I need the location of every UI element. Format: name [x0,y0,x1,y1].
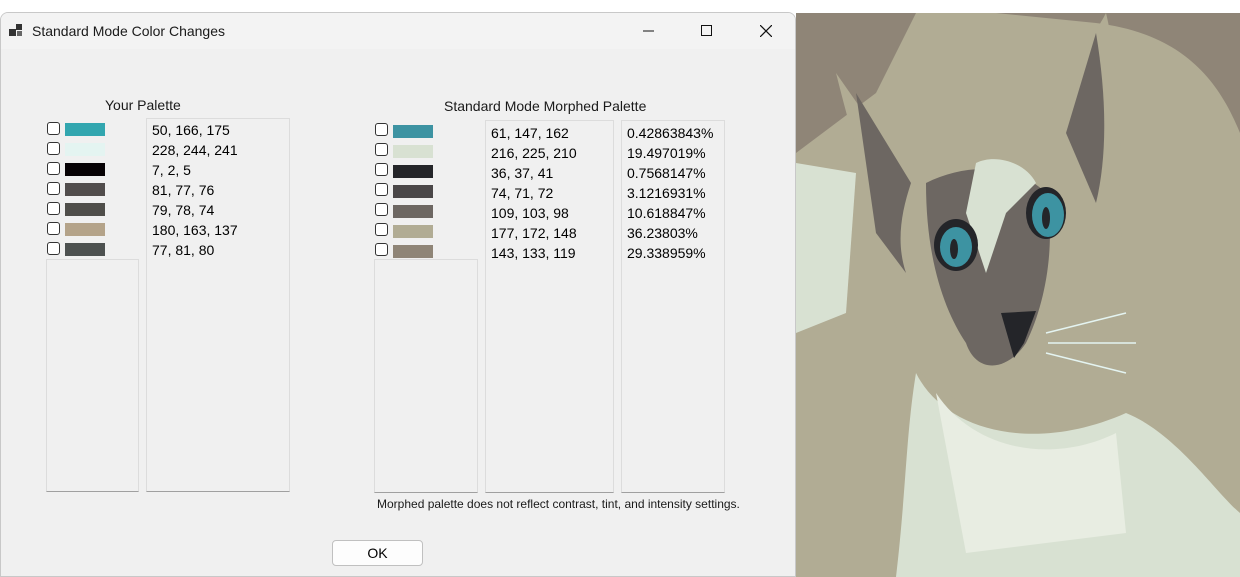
minimize-button[interactable] [621,13,679,49]
your-palette-swatch [65,163,105,176]
maximize-button[interactable] [679,13,737,49]
title-bar[interactable]: Standard Mode Color Changes [1,13,795,49]
your-palette-rgb: 7, 2, 5 [152,162,191,178]
morphed-palette-swatch [393,145,433,158]
morphed-palette-checkbox[interactable] [375,183,388,196]
close-button[interactable] [738,13,795,49]
your-palette-rgb: 180, 163, 137 [152,222,238,238]
your-palette-checkbox[interactable] [47,242,60,255]
ok-button[interactable]: OK [332,540,423,566]
morphed-palette-swatch [393,205,433,218]
your-palette-rgb: 79, 78, 74 [152,202,215,218]
morphed-note: Morphed palette does not reflect contras… [377,497,740,511]
morphed-palette-heading: Standard Mode Morphed Palette [444,98,647,114]
morphed-palette-checkbox[interactable] [375,123,388,136]
your-palette-checkbox[interactable] [47,182,60,195]
morphed-palette-rgb: 61, 147, 162 [491,125,569,141]
morphed-palette-percent: 19.497019% [627,145,706,161]
your-palette-swatch [65,123,105,136]
your-palette-rgb: 77, 81, 80 [152,242,215,258]
morphed-palette-checkbox[interactable] [375,243,388,256]
window-title: Standard Mode Color Changes [32,23,226,39]
morphed-palette-checkbox[interactable] [375,223,388,236]
your-palette-rgb: 81, 77, 76 [152,182,215,198]
morphed-palette-percent: 0.7568147% [627,165,706,181]
morphed-palette-checkbox[interactable] [375,203,388,216]
your-palette-checkbox[interactable] [47,222,60,235]
morphed-palette-swatch [393,165,433,178]
your-palette-checkbox[interactable] [47,142,60,155]
morphed-palette-percent: 10.618847% [627,205,706,221]
morphed-palette-rgb: 143, 133, 119 [491,245,576,261]
your-palette-rgb: 228, 244, 241 [152,142,238,158]
cat-image [796,13,1240,577]
morphed-palette-rgb: 216, 225, 210 [491,145,577,161]
app-icon [9,24,22,36]
your-palette-checkbox[interactable] [47,162,60,175]
morphed-palette-swatch [393,125,433,138]
your-palette-swatch [65,143,105,156]
maximize-icon [701,25,712,36]
your-palette-heading: Your Palette [105,97,181,113]
morphed-palette-swatch [393,185,433,198]
morphed-swatch-list[interactable] [374,259,478,493]
morphed-palette-rgb: 36, 37, 41 [491,165,554,181]
morphed-palette-percent: 0.42863843% [627,125,714,141]
morphed-palette-rgb: 177, 172, 148 [491,225,577,241]
morphed-palette-swatch [393,245,433,258]
morphed-palette-rgb: 74, 71, 72 [491,185,554,201]
morphed-palette-percent: 29.338959% [627,245,706,261]
morphed-palette-checkbox[interactable] [375,163,388,176]
your-palette-checkbox[interactable] [47,122,60,135]
dialog-window: Standard Mode Color Changes Your Palette… [0,12,796,577]
your-palette-swatch [65,243,105,256]
morphed-palette-checkbox[interactable] [375,143,388,156]
morphed-palette-percent: 36.23803% [627,225,698,241]
close-icon [760,25,772,37]
your-palette-swatch [65,223,105,236]
your-palette-swatch [65,183,105,196]
your-palette-swatch-list[interactable] [46,259,139,492]
morphed-palette-swatch [393,225,433,238]
your-palette-rgb: 50, 166, 175 [152,122,230,138]
minimize-icon [643,30,654,32]
your-palette-checkbox[interactable] [47,202,60,215]
morphed-palette-rgb: 109, 103, 98 [491,205,569,221]
your-palette-swatch [65,203,105,216]
morphed-palette-percent: 3.1216931% [627,185,706,201]
